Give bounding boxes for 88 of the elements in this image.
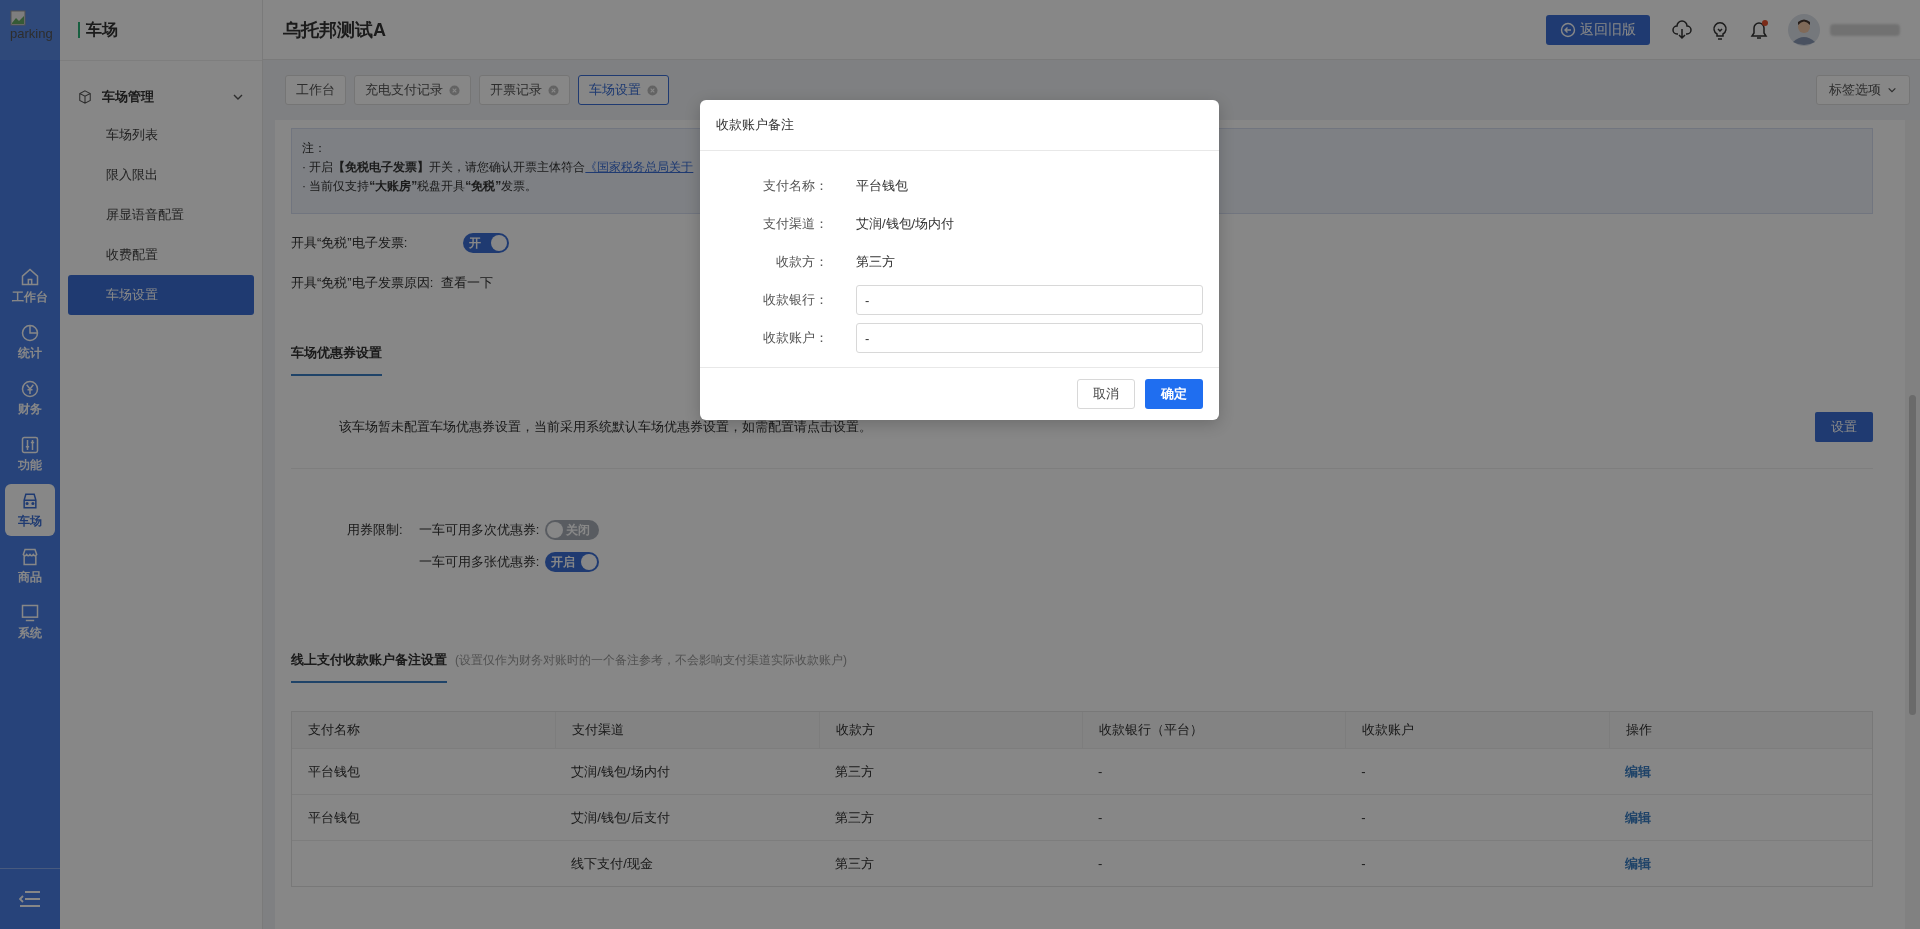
- dialog-title: 收款账户备注: [716, 116, 794, 134]
- table-cell: -: [1098, 856, 1103, 871]
- menu-group-header[interactable]: 车场管理: [60, 79, 262, 115]
- page-tab[interactable]: 工作台: [285, 75, 346, 105]
- section-title: 线上支付收款账户备注设置: [291, 651, 447, 683]
- table-cell: 艾润/钱包/场内付: [571, 762, 670, 781]
- field-label: 开具“免税”电子发票:: [291, 234, 409, 252]
- input-field[interactable]: -: [856, 323, 1203, 353]
- form-label: 收款账户：: [762, 329, 828, 347]
- table-cell: 艾润/钱包/后支付: [571, 808, 670, 827]
- confirm-button[interactable]: 确定: [1145, 379, 1203, 409]
- table-cell: -: [1098, 764, 1103, 779]
- sidebar-menu-item[interactable]: 屏显语音配置: [68, 195, 254, 235]
- edit-link[interactable]: 编辑: [1624, 808, 1651, 827]
- rail-nav-item[interactable]: 工作台: [5, 260, 55, 312]
- sidebar-menu-item[interactable]: 收费配置: [68, 235, 254, 275]
- toggle-switch[interactable]: 开启: [545, 552, 600, 572]
- table-cell: -: [1361, 810, 1366, 825]
- column-header: 收款银行（平台）: [1082, 712, 1346, 748]
- column-header: 支付渠道: [555, 712, 819, 748]
- page-tab[interactable]: 充电支付记录: [354, 75, 471, 105]
- sidebar-menu-item[interactable]: 限入限出: [68, 155, 254, 195]
- cloud-download-icon[interactable]: [1672, 19, 1692, 40]
- rail-nav-item[interactable]: 统计: [5, 316, 55, 368]
- column-header: 收款方: [818, 712, 1082, 748]
- edit-link[interactable]: 编辑: [1624, 854, 1651, 873]
- table-cell: 线下支付/现金: [571, 854, 653, 873]
- monitor-icon: [20, 602, 40, 623]
- tax-policy-link[interactable]: 《国家税务总局关于: [585, 160, 694, 174]
- user-avatar-icon[interactable]: [1788, 13, 1820, 46]
- table-cell: -: [1361, 764, 1366, 779]
- notification-bell-icon[interactable]: [1748, 18, 1770, 41]
- form-value: 第三方: [856, 253, 895, 271]
- logo-alt-text: parking: [10, 26, 54, 41]
- note-heading: 注：: [302, 140, 326, 157]
- coupon-message: 该车场暂未配置车场优惠券设置，当前采用系统默认车场优惠券设置，如需配置请点击设置。: [339, 418, 872, 436]
- form-value: 平台钱包: [856, 177, 908, 195]
- tab-options-dropdown[interactable]: 标签选项: [1816, 75, 1910, 105]
- form-label: 收款方：: [775, 253, 828, 271]
- broken-image-icon: [10, 10, 26, 26]
- rail-nav-item[interactable]: 财务: [5, 372, 55, 424]
- close-icon[interactable]: [647, 84, 658, 96]
- cancel-button[interactable]: 取消: [1077, 379, 1135, 409]
- form-label: 收款银行：: [762, 291, 828, 309]
- column-header: 支付名称: [307, 721, 361, 739]
- table-cell: 平台钱包: [308, 762, 360, 781]
- toggle-switch[interactable]: 开: [463, 233, 509, 253]
- table-cell: 第三方: [834, 808, 874, 827]
- rail-nav-item[interactable]: 功能: [5, 428, 55, 480]
- field-label: 用券限制:: [347, 521, 403, 539]
- home-icon: [20, 266, 40, 287]
- collapse-menu-icon[interactable]: [19, 890, 41, 908]
- chevron-down-icon: [1887, 85, 1897, 95]
- column-header: 操作: [1608, 712, 1872, 748]
- rail-nav-item[interactable]: 商品: [5, 540, 55, 592]
- storefront-icon: [20, 546, 40, 567]
- table-cell: 平台钱包: [308, 808, 360, 827]
- edit-link[interactable]: 编辑: [1624, 762, 1651, 781]
- table-cell: 第三方: [834, 762, 874, 781]
- sliders-icon: [20, 434, 40, 455]
- pie-chart-icon: [20, 322, 40, 343]
- back-to-old-version-button[interactable]: 返回旧版: [1546, 14, 1650, 45]
- cube-icon: [78, 90, 92, 104]
- sidebar-title: 车场: [78, 22, 118, 38]
- close-icon[interactable]: [548, 84, 559, 96]
- form-label: 支付渠道：: [762, 215, 828, 233]
- table-cell: 第三方: [834, 854, 874, 873]
- close-icon[interactable]: [449, 84, 460, 96]
- section-title: 车场优惠券设置: [291, 344, 382, 376]
- rail-nav-item[interactable]: 系统: [5, 596, 55, 648]
- field-label: 开具“免税”电子发票原因:: [291, 274, 434, 292]
- note-text: · 开启【免税电子发票】开关，请您确认开票主体符合: [302, 160, 586, 174]
- note-text: · 当前仅支持“大账房”税盘开具“免税”发票。: [302, 178, 538, 195]
- settings-button[interactable]: 设置: [1815, 412, 1873, 442]
- table-cell: -: [1361, 856, 1366, 871]
- table-cell: -: [1098, 810, 1103, 825]
- sidebar-menu-item[interactable]: 车场列表: [68, 115, 254, 155]
- sidebar-menu-item[interactable]: 车场设置: [68, 275, 254, 315]
- page-tab[interactable]: 开票记录: [479, 75, 570, 105]
- page-tab[interactable]: 车场设置: [578, 75, 669, 105]
- form-value: 艾润/钱包/场内付: [856, 215, 955, 233]
- column-header: 收款账户: [1345, 712, 1609, 748]
- rail-nav-item[interactable]: 车场: [5, 484, 55, 536]
- form-label: 支付名称：: [762, 177, 828, 195]
- input-field[interactable]: -: [856, 285, 1203, 315]
- lightbulb-icon[interactable]: [1710, 19, 1730, 40]
- page-title: 乌托邦测试A: [283, 18, 386, 42]
- yen-coin-icon: [20, 378, 40, 399]
